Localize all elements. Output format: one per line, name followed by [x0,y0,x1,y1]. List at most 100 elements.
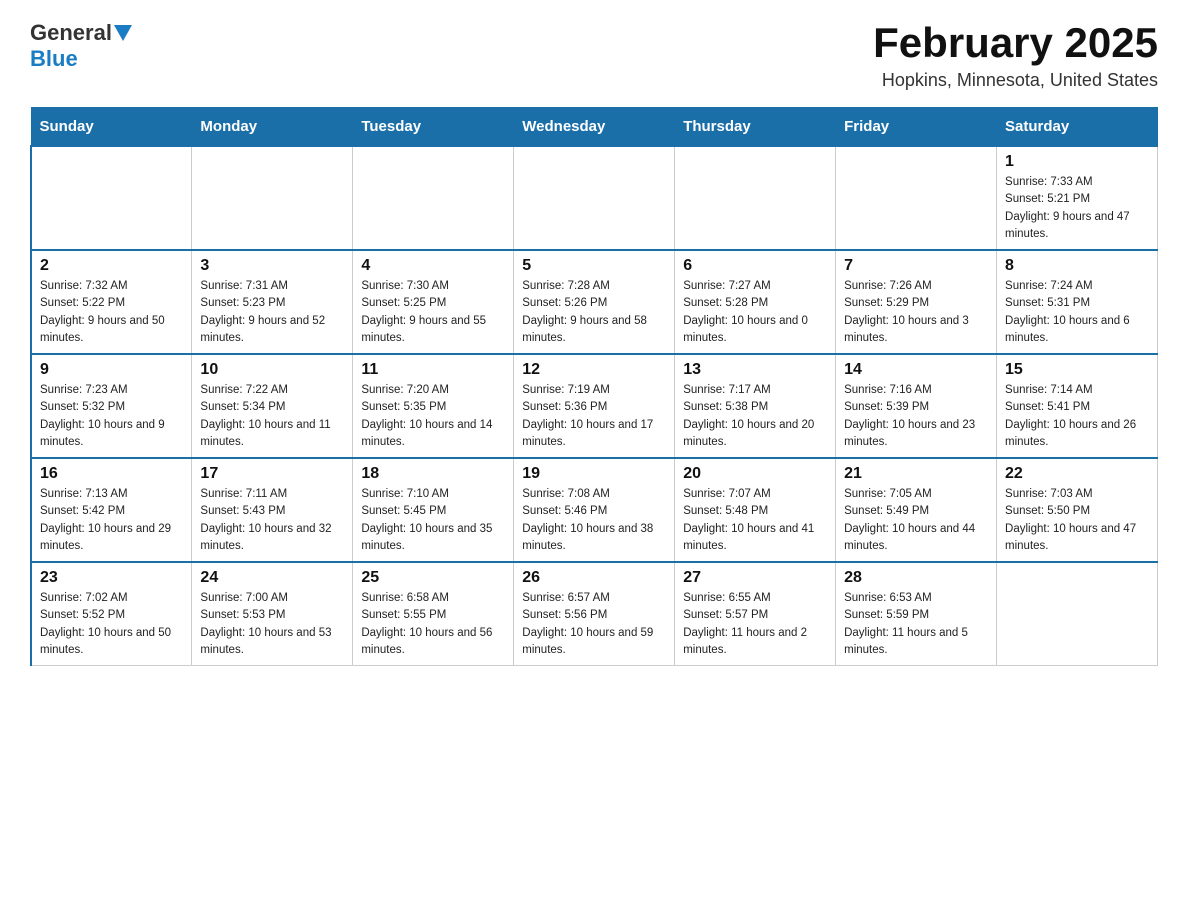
logo: General Blue [30,20,132,72]
day-number: 23 [40,569,183,587]
calendar-week-row: 16Sunrise: 7:13 AM Sunset: 5:42 PM Dayli… [31,458,1158,562]
day-info: Sunrise: 7:31 AM Sunset: 5:23 PM Dayligh… [200,278,344,347]
day-info: Sunrise: 7:28 AM Sunset: 5:26 PM Dayligh… [522,278,666,347]
day-number: 13 [683,361,827,379]
calendar-day-cell [192,146,353,250]
calendar-day-cell: 4Sunrise: 7:30 AM Sunset: 5:25 PM Daylig… [353,250,514,354]
calendar-day-cell: 3 Sunrise: 7:31 AM Sunset: 5:23 PM Daylig… [192,250,353,354]
day-of-week-header: Friday [836,108,997,147]
day-number: 4 [361,257,505,275]
calendar-day-cell: 13 Sunrise: 7:17 AM Sunset: 5:38 PM Dayli… [675,354,836,458]
calendar-day-cell: 24 Sunrise: 7:00 AM Sunset: 5:53 PM Dayli… [192,562,353,666]
calendar-day-cell: 16Sunrise: 7:13 AM Sunset: 5:42 PM Dayli… [31,458,192,562]
day-of-week-header: Thursday [675,108,836,147]
day-info: Sunrise: 7:24 AM Sunset: 5:31 PM Dayligh… [1005,278,1149,347]
day-of-week-header: Wednesday [514,108,675,147]
day-number: 17 [200,465,344,483]
calendar-day-cell [836,146,997,250]
day-number: 9 [40,361,183,379]
calendar-day-cell: 21Sunrise: 7:05 AM Sunset: 5:49 PM Dayli… [836,458,997,562]
calendar-day-cell: 9Sunrise: 7:23 AM Sunset: 5:32 PM Daylig… [31,354,192,458]
day-number: 16 [40,465,183,483]
logo-blue-text: Blue [30,46,78,72]
page-header: General Blue February 2025 Hopkins, Minn… [30,20,1158,91]
calendar-day-cell: 15 Sunrise: 7:14 AM Sunset: 5:41 PM Dayli… [997,354,1158,458]
day-number: 21 [844,465,988,483]
day-number: 22 [1005,465,1149,483]
calendar-day-cell: 10 Sunrise: 7:22 AM Sunset: 5:34 PM Dayli… [192,354,353,458]
day-of-week-header: Tuesday [353,108,514,147]
day-info: Sunrise: 7:33 AM Sunset: 5:21 PM Dayligh… [1005,174,1149,243]
day-info: Sunrise: 7:00 AM Sunset: 5:53 PM Dayligh… [200,590,344,659]
day-of-week-header: Sunday [31,108,192,147]
calendar-day-cell: 17 Sunrise: 7:11 AM Sunset: 5:43 PM Dayli… [192,458,353,562]
calendar-day-cell: 7Sunrise: 7:26 AM Sunset: 5:29 PM Daylig… [836,250,997,354]
day-info: Sunrise: 7:19 AM Sunset: 5:36 PM Dayligh… [522,382,666,451]
day-number: 1 [1005,153,1149,171]
calendar-week-row: 9Sunrise: 7:23 AM Sunset: 5:32 PM Daylig… [31,354,1158,458]
calendar-day-cell: 26Sunrise: 6:57 AM Sunset: 5:56 PM Dayli… [514,562,675,666]
calendar-day-cell: 14 Sunrise: 7:16 AM Sunset: 5:39 PM Dayli… [836,354,997,458]
day-info: Sunrise: 6:55 AM Sunset: 5:57 PM Dayligh… [683,590,827,659]
calendar-body: 1 Sunrise: 7:33 AM Sunset: 5:21 PM Daylig… [31,146,1158,666]
day-of-week-header: Saturday [997,108,1158,147]
calendar-day-cell [675,146,836,250]
day-info: Sunrise: 7:27 AM Sunset: 5:28 PM Dayligh… [683,278,827,347]
calendar-day-cell: 12 Sunrise: 7:19 AM Sunset: 5:36 PM Dayli… [514,354,675,458]
day-info: Sunrise: 7:08 AM Sunset: 5:46 PM Dayligh… [522,486,666,555]
day-info: Sunrise: 7:03 AM Sunset: 5:50 PM Dayligh… [1005,486,1149,555]
logo-general-text: General [30,20,112,46]
day-number: 12 [522,361,666,379]
day-info: Sunrise: 7:14 AM Sunset: 5:41 PM Dayligh… [1005,382,1149,451]
day-number: 11 [361,361,505,379]
calendar-day-cell: 28 Sunrise: 6:53 AM Sunset: 5:59 PM Dayli… [836,562,997,666]
day-number: 25 [361,569,505,587]
day-number: 15 [1005,361,1149,379]
calendar-table: SundayMondayTuesdayWednesdayThursdayFrid… [30,107,1158,666]
calendar-day-cell [514,146,675,250]
day-number: 6 [683,257,827,275]
day-info: Sunrise: 7:22 AM Sunset: 5:34 PM Dayligh… [200,382,344,451]
calendar-day-cell: 2 Sunrise: 7:32 AM Sunset: 5:22 PM Daylig… [31,250,192,354]
calendar-day-cell: 25Sunrise: 6:58 AM Sunset: 5:55 PM Dayli… [353,562,514,666]
day-info: Sunrise: 7:26 AM Sunset: 5:29 PM Dayligh… [844,278,988,347]
calendar-day-cell: 22 Sunrise: 7:03 AM Sunset: 5:50 PM Dayli… [997,458,1158,562]
calendar-week-row: 2 Sunrise: 7:32 AM Sunset: 5:22 PM Daylig… [31,250,1158,354]
day-number: 2 [40,257,183,275]
day-info: Sunrise: 7:32 AM Sunset: 5:22 PM Dayligh… [40,278,183,347]
day-number: 28 [844,569,988,587]
day-info: Sunrise: 7:20 AM Sunset: 5:35 PM Dayligh… [361,382,505,451]
day-number: 20 [683,465,827,483]
calendar-week-row: 1 Sunrise: 7:33 AM Sunset: 5:21 PM Daylig… [31,146,1158,250]
day-number: 3 [200,257,344,275]
logo-arrow-icon [114,25,132,43]
calendar-day-cell: 11 Sunrise: 7:20 AM Sunset: 5:35 PM Dayli… [353,354,514,458]
day-info: Sunrise: 6:57 AM Sunset: 5:56 PM Dayligh… [522,590,666,659]
day-number: 24 [200,569,344,587]
day-number: 5 [522,257,666,275]
calendar-day-cell: 1 Sunrise: 7:33 AM Sunset: 5:21 PM Daylig… [997,146,1158,250]
calendar-day-cell: 5 Sunrise: 7:28 AM Sunset: 5:26 PM Daylig… [514,250,675,354]
day-number: 18 [361,465,505,483]
day-number: 14 [844,361,988,379]
location-subtitle: Hopkins, Minnesota, United States [873,70,1158,91]
day-info: Sunrise: 7:16 AM Sunset: 5:39 PM Dayligh… [844,382,988,451]
day-number: 10 [200,361,344,379]
day-number: 8 [1005,257,1149,275]
calendar-day-cell [353,146,514,250]
day-info: Sunrise: 6:53 AM Sunset: 5:59 PM Dayligh… [844,590,988,659]
day-of-week-header: Monday [192,108,353,147]
calendar-day-cell: 6 Sunrise: 7:27 AM Sunset: 5:28 PM Daylig… [675,250,836,354]
calendar-day-cell: 8 Sunrise: 7:24 AM Sunset: 5:31 PM Daylig… [997,250,1158,354]
calendar-day-cell: 23Sunrise: 7:02 AM Sunset: 5:52 PM Dayli… [31,562,192,666]
day-info: Sunrise: 7:11 AM Sunset: 5:43 PM Dayligh… [200,486,344,555]
title-block: February 2025 Hopkins, Minnesota, United… [873,20,1158,91]
calendar-day-cell: 19Sunrise: 7:08 AM Sunset: 5:46 PM Dayli… [514,458,675,562]
calendar-day-cell: 18Sunrise: 7:10 AM Sunset: 5:45 PM Dayli… [353,458,514,562]
month-title: February 2025 [873,20,1158,66]
calendar-day-cell [997,562,1158,666]
day-info: Sunrise: 7:17 AM Sunset: 5:38 PM Dayligh… [683,382,827,451]
day-number: 27 [683,569,827,587]
calendar-day-cell: 20Sunrise: 7:07 AM Sunset: 5:48 PM Dayli… [675,458,836,562]
calendar-day-cell [31,146,192,250]
